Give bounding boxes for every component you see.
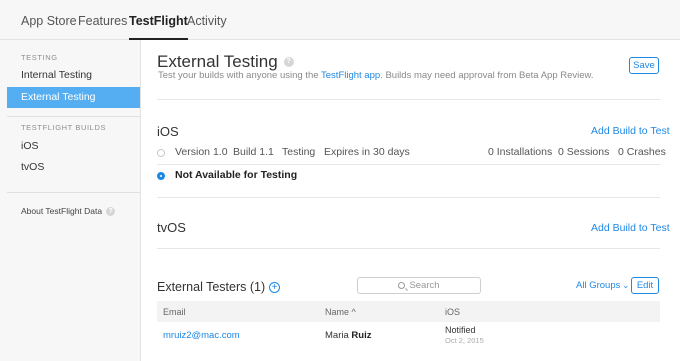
not-available-radio[interactable]: [157, 172, 165, 180]
tester-first-name: Maria: [325, 330, 349, 341]
external-testers-title: External Testers (1) +: [157, 280, 281, 294]
section-divider: [157, 248, 660, 249]
sidebar-item-tvos[interactable]: tvOS: [7, 157, 140, 178]
add-build-ios-link[interactable]: Add Build to Test: [591, 125, 670, 137]
sidebar-heading-testing: TESTING: [21, 53, 58, 62]
top-nav: App Store Features TestFlight Activity: [0, 0, 680, 40]
tester-name: Maria Ruiz: [325, 330, 371, 341]
not-available-label: Not Available for Testing: [175, 169, 298, 181]
tab-activity[interactable]: Activity: [187, 0, 227, 40]
build-version: Version 1.0: [175, 146, 228, 158]
page-title-text: External Testing: [157, 52, 278, 71]
build-radio[interactable]: [157, 149, 165, 157]
tab-app-store[interactable]: App Store: [21, 0, 77, 40]
build-number: Build 1.1: [233, 146, 274, 158]
groups-dropdown[interactable]: All Groups ⌄: [576, 280, 629, 291]
tvos-section-title: tvOS: [157, 220, 186, 235]
build-row: Version 1.0 Build 1.1 Testing Expires in…: [157, 143, 666, 163]
tab-testflight[interactable]: TestFlight: [129, 0, 188, 40]
sidebar-item-about-testflight-data[interactable]: About TestFlight Data ?: [21, 206, 116, 216]
help-icon[interactable]: ?: [106, 206, 116, 216]
build-sessions: 0 Sessions: [558, 146, 610, 158]
tester-last-name: Ruiz: [351, 330, 372, 341]
about-label: About TestFlight Data: [21, 206, 103, 216]
column-header-name[interactable]: Name ^: [325, 307, 356, 317]
testers-table-header: Email Name ^ iOS: [157, 301, 660, 322]
sidebar-heading-builds: TESTFLIGHT BUILDS: [21, 123, 107, 132]
tab-features[interactable]: Features: [78, 0, 127, 40]
add-tester-icon[interactable]: +: [269, 281, 281, 293]
sidebar: TESTING Internal Testing External Testin…: [0, 40, 141, 361]
table-row: mruiz2@mac.com Maria Ruiz Notified Oct 2…: [157, 322, 660, 348]
tester-status-date: Oct 2, 2015: [445, 336, 484, 345]
search-icon: [398, 282, 406, 289]
column-header-ios[interactable]: iOS: [445, 307, 460, 317]
sidebar-item-ios[interactable]: iOS: [7, 136, 140, 157]
search-placeholder: Search: [409, 280, 440, 291]
subtitle-text-pre: Test your builds with anyone using the: [158, 70, 322, 81]
sidebar-item-external-testing[interactable]: External Testing: [7, 87, 140, 108]
tester-status: Notified: [445, 325, 476, 335]
section-divider: [157, 99, 660, 100]
groups-label: All Groups: [576, 280, 621, 291]
testflight-app-link[interactable]: TestFlight app: [321, 70, 380, 81]
edit-button[interactable]: Edit: [631, 277, 659, 294]
build-crashes: 0 Crashes: [618, 146, 666, 158]
save-button[interactable]: Save: [629, 57, 659, 74]
help-icon[interactable]: ?: [283, 57, 294, 67]
section-divider: [157, 197, 660, 198]
sidebar-item-internal-testing[interactable]: Internal Testing: [7, 65, 140, 86]
build-status: Testing: [282, 146, 316, 158]
chevron-down-icon: ⌄: [622, 281, 630, 290]
not-available-row: Not Available for Testing: [157, 166, 660, 186]
main-content: External Testing ? Test your builds with…: [141, 40, 680, 361]
column-header-email[interactable]: Email: [163, 307, 186, 317]
ios-section-title: iOS: [157, 124, 179, 139]
subtitle-text-post: . Builds may need approval from Beta App…: [380, 70, 594, 81]
page-title: External Testing ?: [157, 52, 294, 72]
tester-email-link[interactable]: mruiz2@mac.com: [163, 330, 240, 341]
external-testers-label: External Testers (1): [157, 280, 266, 294]
build-installations: 0 Installations: [488, 146, 553, 158]
build-expires: Expires in 30 days: [324, 146, 410, 158]
search-input[interactable]: Search: [357, 277, 481, 294]
sidebar-divider: [7, 192, 140, 193]
page-subtitle: Test your builds with anyone using the T…: [158, 70, 594, 81]
sidebar-divider: [7, 116, 140, 117]
row-divider: [157, 164, 660, 165]
add-build-tvos-link[interactable]: Add Build to Test: [591, 222, 670, 234]
